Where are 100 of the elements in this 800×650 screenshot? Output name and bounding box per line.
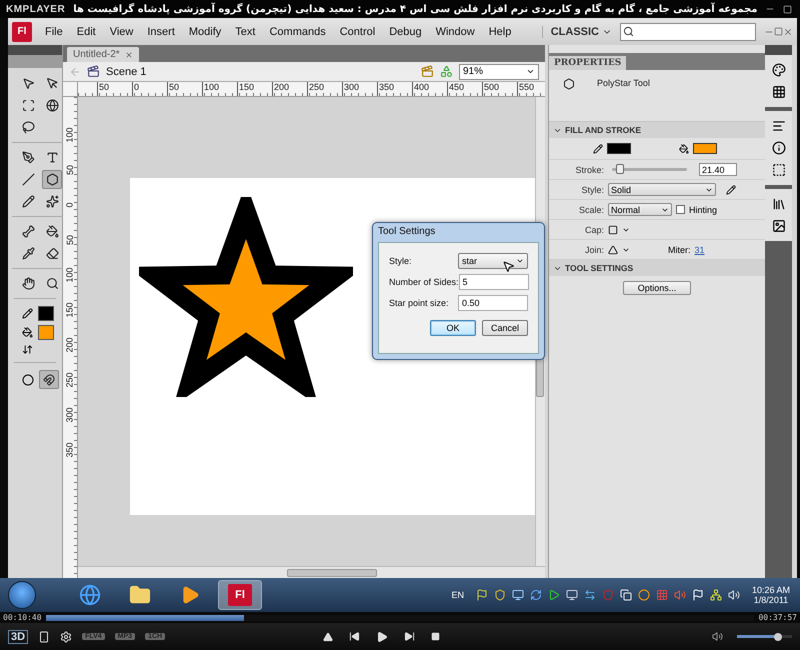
menu-item[interactable]: Insert xyxy=(140,26,182,38)
join-style-icon[interactable] xyxy=(608,244,618,254)
network-icon[interactable] xyxy=(710,589,722,601)
maximize-icon[interactable] xyxy=(774,27,783,36)
snap-magnet-button[interactable] xyxy=(39,370,59,389)
taskbar-app[interactable]: Fl xyxy=(218,580,262,610)
menu-item[interactable]: Debug xyxy=(382,26,429,38)
stroke-color-swatch[interactable] xyxy=(38,306,54,321)
field-label: Style: xyxy=(580,184,604,194)
ruler-label: 0 xyxy=(65,202,75,207)
stroke-input[interactable]: 21.40 xyxy=(699,163,737,176)
dialog-title: Tool Settings xyxy=(378,226,436,239)
maximize-icon[interactable] xyxy=(783,4,792,14)
volume-thumb[interactable] xyxy=(774,632,782,640)
align-icon[interactable] xyxy=(772,119,786,133)
library-icon[interactable] xyxy=(772,197,786,211)
pencil-icon xyxy=(593,144,603,154)
section-header[interactable]: FILL AND STROKE xyxy=(549,122,765,138)
monitor-icon[interactable] xyxy=(512,589,524,601)
style-dropdown[interactable]: star xyxy=(458,253,528,269)
close-icon[interactable] xyxy=(783,26,793,36)
menu-item[interactable]: Edit xyxy=(70,26,103,38)
menu-item[interactable]: Text xyxy=(228,26,262,38)
panel-tab[interactable]: PROPERTIES xyxy=(549,56,626,70)
search-field[interactable] xyxy=(620,22,756,40)
menu-item[interactable]: Help xyxy=(482,26,518,38)
eraser-icon xyxy=(46,247,58,260)
dashed-square-icon[interactable] xyxy=(772,163,786,177)
field-label: Cap: xyxy=(584,224,604,234)
style-dropdown[interactable]: Solid xyxy=(608,183,716,196)
ruler-label: 50 xyxy=(65,164,75,174)
ok-button[interactable]: OK xyxy=(430,320,476,336)
arrows-icon[interactable] xyxy=(584,589,596,601)
options-button[interactable]: Options... xyxy=(623,281,691,295)
fill-color-swatch[interactable] xyxy=(693,143,717,154)
hollow-arrow-icon xyxy=(46,77,58,90)
miter-value-link[interactable]: 31 xyxy=(694,244,705,254)
volume-icon[interactable] xyxy=(712,631,723,642)
speaker-icon[interactable] xyxy=(728,589,740,601)
shield-icon[interactable] xyxy=(494,589,506,601)
input-field[interactable]: 5 xyxy=(458,274,529,290)
menu-item[interactable]: Window xyxy=(428,26,482,38)
ruler-label: 50 xyxy=(65,234,75,244)
ruler-label: 250 xyxy=(307,82,342,96)
circle-icon[interactable] xyxy=(22,374,34,386)
section-header[interactable]: TOOL SETTINGS xyxy=(549,260,765,276)
palette-icon[interactable] xyxy=(772,63,786,77)
grid-icon[interactable] xyxy=(772,85,786,99)
previous-icon[interactable] xyxy=(349,631,360,642)
fill-color-swatch[interactable] xyxy=(38,325,54,340)
pencil-icon[interactable] xyxy=(726,184,736,194)
stop-icon[interactable] xyxy=(431,632,440,641)
player-logo: KMPLAYER xyxy=(6,4,66,14)
close-icon[interactable] xyxy=(124,50,133,58)
total-time: 00:37:57 xyxy=(758,613,797,622)
image-icon[interactable] xyxy=(772,219,786,233)
zoom-dropdown[interactable]: 91% xyxy=(459,64,539,80)
edit-scene-icon[interactable] xyxy=(421,65,434,78)
refresh-icon[interactable] xyxy=(530,589,542,601)
volume-slider[interactable] xyxy=(737,635,792,638)
phone-icon[interactable] xyxy=(38,630,50,642)
seek-bar[interactable] xyxy=(46,614,754,620)
next-icon[interactable] xyxy=(404,631,416,642)
document-tab[interactable]: Untitled-2* xyxy=(67,47,139,62)
cap-style-icon[interactable] xyxy=(608,224,618,234)
edit-symbols-icon[interactable] xyxy=(440,65,453,78)
search-icon xyxy=(46,277,58,290)
menu-item[interactable]: File xyxy=(38,26,70,38)
menu-item[interactable]: Commands xyxy=(262,26,333,38)
eject-icon[interactable] xyxy=(323,632,334,642)
menu-item[interactable]: Modify xyxy=(182,26,228,38)
ruler-label: 100 xyxy=(65,266,75,282)
clock[interactable]: 10:26 AM 1/8/2011 xyxy=(746,585,796,605)
horizontal-scrollbar[interactable] xyxy=(78,566,545,578)
field-label: Number of Sides: xyxy=(389,277,459,287)
3d-toggle[interactable]: 3D xyxy=(8,630,28,644)
field-label: Join: xyxy=(584,244,604,254)
hinting-checkbox[interactable] xyxy=(676,205,685,214)
video-title: مجموعه آموزشی جامع ، گام به گام و کاربردی نرم افزار فلش سی اس ۴ مدرس : سعید هدایی (تیچرمن) گروه آموزشی پادشاه گرافیست ها xyxy=(73,4,758,14)
language-indicator[interactable]: EN xyxy=(451,590,464,600)
clapperboard-icon xyxy=(87,65,100,78)
swap-colors-icon[interactable] xyxy=(22,344,33,355)
globe-icon xyxy=(46,99,58,112)
hexagon-tool[interactable] xyxy=(42,170,62,189)
settings-icon[interactable] xyxy=(60,630,72,642)
slider-thumb[interactable] xyxy=(616,164,624,174)
input-field[interactable]: 0.50 xyxy=(458,295,528,311)
scale-dropdown[interactable]: Normal xyxy=(608,203,672,216)
stroke-color-swatch[interactable] xyxy=(607,143,631,154)
ruler-label: 200 xyxy=(65,336,75,352)
copy-icon[interactable] xyxy=(620,589,632,601)
monitor-icon[interactable] xyxy=(566,589,578,601)
menu-item[interactable]: Control xyxy=(332,26,382,38)
start-button[interactable] xyxy=(8,581,36,609)
info-icon[interactable] xyxy=(772,141,786,155)
play-icon[interactable] xyxy=(376,630,388,642)
ruler-label: 50 xyxy=(167,82,202,96)
flag-icon[interactable] xyxy=(476,589,488,601)
menu-item[interactable]: View xyxy=(102,26,140,38)
cancel-button[interactable]: Cancel xyxy=(482,320,528,336)
